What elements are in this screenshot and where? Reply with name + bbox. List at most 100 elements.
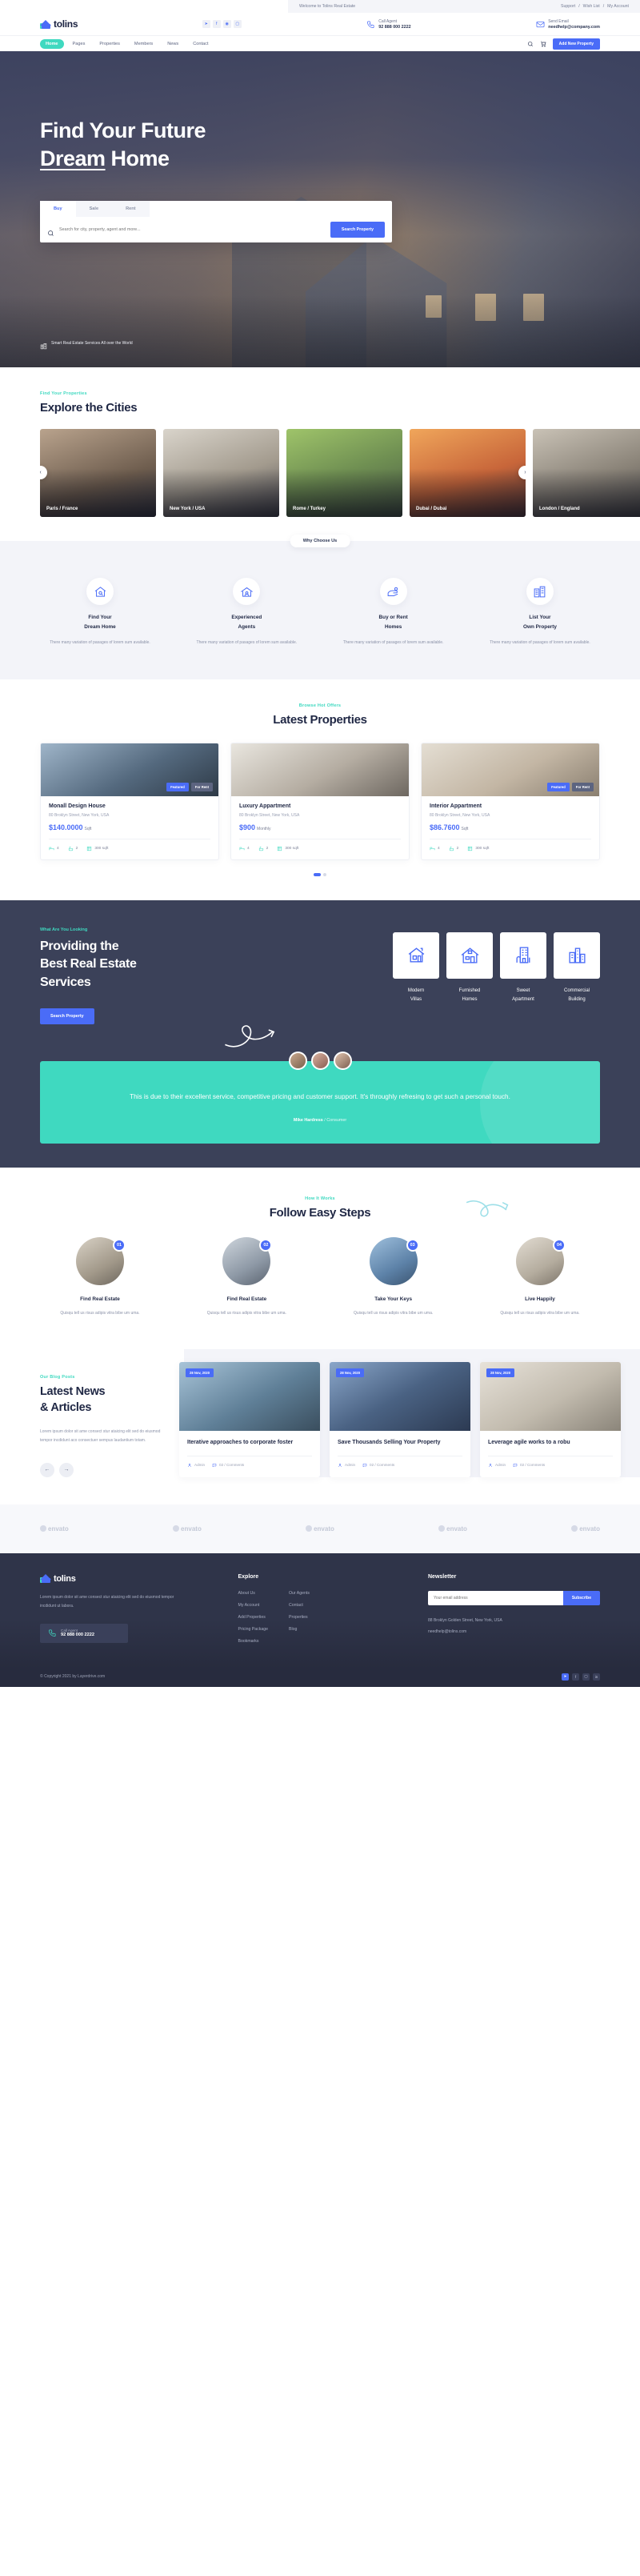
logo[interactable]: tolins (40, 18, 78, 30)
search-tabs: Buy Sale Rent (40, 201, 392, 218)
copyright-text: © Copyright 2021 by Layerdrive.com (40, 1674, 106, 1680)
why-item[interactable]: Buy or Rent Homes There many variation o… (334, 578, 454, 647)
city-card[interactable]: New York / USA (163, 429, 279, 517)
nav-item-pages[interactable]: Pages (67, 39, 91, 49)
newsletter-email-input[interactable] (428, 1590, 563, 1605)
why-item[interactable]: List Your Own Property There many variat… (480, 578, 600, 647)
bath-icon: 2 (258, 846, 268, 851)
nav-item-properties[interactable]: Properties (94, 39, 126, 49)
hero-title-rest: Home (105, 146, 170, 170)
brand-name: envato (181, 1524, 202, 1532)
carousel-dots[interactable] (40, 872, 600, 876)
avatar[interactable] (288, 1051, 307, 1070)
footer-call-agent[interactable]: Call Agent 92 888 000 2222 (40, 1623, 128, 1643)
carousel-dot[interactable] (323, 872, 326, 876)
news-prev-button[interactable]: ← (40, 1462, 54, 1477)
brand-name: envato (446, 1524, 467, 1532)
search-icon[interactable] (527, 40, 534, 47)
city-card[interactable]: Dubai / Dubai › (410, 429, 526, 517)
property-card[interactable]: Featured For Rent Monall Design House 80… (40, 742, 219, 860)
footer-link[interactable]: Bookmarks (238, 1639, 269, 1644)
step-item[interactable]: 01 Find Real Estate Quisqu tell us risus… (40, 1236, 160, 1318)
carousel-dot-active[interactable] (314, 872, 321, 876)
nav-item-news[interactable]: News (162, 39, 184, 49)
news-next-button[interactable]: → (59, 1462, 74, 1477)
news-comments-count: 02 / Comments (370, 1463, 395, 1468)
news-comments: 02 / Comments (362, 1463, 394, 1468)
why-item-text: There many variation of pasages of lorem… (342, 640, 444, 646)
why-item[interactable]: Experienced Agents There many variation … (186, 578, 306, 647)
news-card[interactable]: 28 Nov, 2020 Iterative approaches to cor… (179, 1362, 320, 1477)
service-tile[interactable]: Modern Villas (393, 931, 439, 1004)
service-tile[interactable]: Commercial Building (554, 931, 600, 1004)
cities-carousel[interactable]: Paris / France ‹ New York / USA Rome / T… (40, 429, 640, 517)
tab-buy[interactable]: Buy (40, 201, 76, 218)
city-card[interactable]: Rome / Turkey (286, 429, 402, 517)
services-search-property-button[interactable]: Search Property (40, 1008, 94, 1024)
search-property-button[interactable]: Search Property (330, 222, 385, 238)
city-card[interactable]: London / England (533, 429, 640, 517)
step-item[interactable]: 04 Live Happily Quisqu tell us risus adi… (480, 1236, 600, 1318)
add-new-property-button[interactable]: Add New Property (552, 38, 600, 50)
why-title-line2: Homes (385, 623, 402, 630)
city-card[interactable]: Paris / France ‹ (40, 429, 156, 517)
nav-item-contact[interactable]: Contact (187, 39, 214, 49)
footer-call-number: 92 888 000 2222 (61, 1633, 94, 1638)
footer-about-text: Lorem ipsum dolor sit ame consect stur a… (40, 1594, 174, 1608)
topbar-link-wishlist[interactable]: Wish List (583, 4, 600, 9)
news-card[interactable]: 28 Nov, 2020 Leverage agile works to a r… (480, 1362, 621, 1477)
news-carousel[interactable]: 28 Nov, 2020 Iterative approaches to cor… (179, 1362, 621, 1477)
step-item[interactable]: 02 Find Real Estate Quisqu tell us risus… (186, 1236, 306, 1318)
footer-link[interactable]: Pricing Package (238, 1627, 269, 1632)
news-card[interactable]: 28 Nov, 2020 Save Thousands Selling Your… (330, 1362, 470, 1477)
avatar[interactable] (333, 1051, 352, 1070)
footer-logo[interactable]: tolins (40, 1574, 184, 1584)
footer-link[interactable]: Add Properties (238, 1615, 269, 1620)
service-tile[interactable]: Sweet Apartment (500, 931, 546, 1004)
property-title: Monall Design House (49, 803, 106, 809)
instagram-icon[interactable]: ▢ (582, 1673, 590, 1681)
cart-icon[interactable] (540, 40, 547, 47)
why-item[interactable]: Find Your Dream Home There many variatio… (40, 578, 160, 647)
footer-link[interactable]: Our Agents (289, 1591, 310, 1596)
footer-link[interactable]: Blog (289, 1627, 310, 1632)
header-send-email[interactable]: Send Email needhelp@company.com (535, 19, 600, 30)
header-call-agent[interactable]: Call Agent 92 888 000 2222 (366, 19, 411, 30)
service-label-line2: Homes (462, 996, 478, 1002)
step-title: Live Happily (525, 1296, 555, 1302)
step-item[interactable]: 03 Take Your Keys Quisqu tell us risus a… (334, 1236, 454, 1318)
search-icon (47, 226, 54, 236)
property-card[interactable]: Featured For Rent Interior Appartment 80… (421, 742, 600, 860)
topbar-link-account[interactable]: My Account (607, 4, 629, 9)
facebook-icon[interactable]: f (212, 20, 221, 28)
tab-rent[interactable]: Rent (112, 201, 150, 218)
hero-search-card: Buy Sale Rent Search Property (40, 201, 392, 243)
news-comments-count: 02 / Comments (520, 1463, 546, 1468)
property-price-value: $900 (239, 823, 256, 831)
city-name: Paris / France (46, 507, 78, 511)
step-text: Quisqu tell us risus adipis vitra bibe u… (60, 1310, 140, 1316)
city-name: New York / USA (170, 507, 206, 511)
twitter-icon[interactable]: ➤ (202, 20, 210, 28)
tab-sale[interactable]: Sale (75, 201, 113, 218)
footer-link[interactable]: Properties (289, 1615, 310, 1620)
service-tile[interactable]: Furnished Homes (446, 931, 493, 1004)
newsletter-subscribe-button[interactable]: Subscribe (562, 1590, 600, 1605)
topbar-link-support[interactable]: Support (561, 4, 575, 9)
brand-name: envato (314, 1524, 334, 1532)
twitter-icon[interactable]: ➤ (562, 1673, 569, 1681)
linkedin-icon[interactable]: in (593, 1673, 600, 1681)
dribbble-icon[interactable]: ◉ (222, 20, 231, 28)
property-card[interactable]: Luxury Appartment 80 Broklyn Street, New… (230, 742, 410, 860)
footer-link[interactable]: About Us (238, 1591, 269, 1596)
instagram-icon[interactable]: ▢ (233, 20, 242, 28)
footer-link[interactable]: Contact (289, 1603, 310, 1608)
nav-item-members[interactable]: Members (129, 39, 158, 49)
footer-link[interactable]: My Account (238, 1603, 269, 1608)
facebook-icon[interactable]: f (572, 1673, 579, 1681)
footer-email[interactable]: needhelp@tolins.com (428, 1628, 600, 1637)
search-input[interactable] (59, 227, 326, 233)
avatar[interactable] (310, 1051, 330, 1070)
nav-item-home[interactable]: Home (40, 38, 64, 49)
news-author: Admin (488, 1463, 506, 1468)
